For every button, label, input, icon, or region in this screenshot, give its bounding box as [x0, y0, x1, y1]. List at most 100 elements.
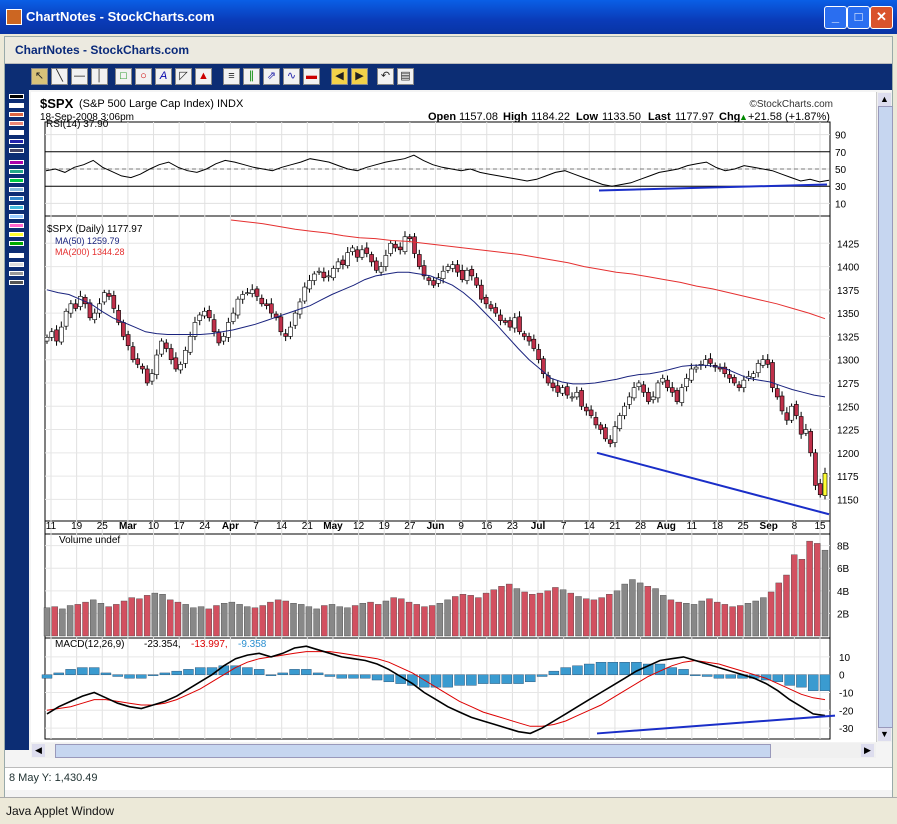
color-swatch[interactable]	[9, 187, 24, 192]
macd-tick-label: -30	[839, 724, 854, 735]
macd-histogram-bar	[477, 674, 489, 684]
price-candle	[660, 378, 666, 383]
line-width-swatch[interactable]	[9, 280, 24, 285]
vertical-scroll-thumb[interactable]	[878, 106, 893, 728]
price-candle	[164, 342, 169, 349]
scroll-right-icon[interactable]: ▶	[861, 744, 874, 757]
color-swatch[interactable]	[9, 112, 24, 117]
maximize-button[interactable]: □	[847, 6, 870, 29]
price-candle	[765, 359, 771, 365]
price-candle	[321, 271, 327, 279]
scroll-down-icon[interactable]: ▼	[878, 728, 891, 741]
color-swatch[interactable]	[9, 148, 24, 153]
vertical-lines-icon[interactable]: ∥	[243, 68, 260, 85]
symbol: $SPX	[40, 96, 74, 111]
price-candle	[617, 415, 623, 429]
price-candle	[469, 269, 475, 277]
volume-bar	[51, 606, 58, 637]
callout-tool-icon[interactable]: ◸	[175, 68, 192, 85]
color-swatch[interactable]	[9, 232, 24, 237]
macd-histogram-bar	[713, 674, 725, 679]
volume-bar	[390, 597, 397, 637]
volume-bar	[505, 583, 513, 637]
line-style-icon[interactable]: ▬	[303, 68, 320, 85]
color-swatch[interactable]	[9, 169, 24, 174]
color-swatch[interactable]	[9, 139, 24, 144]
color-palette-icon[interactable]: ▤	[397, 68, 414, 85]
color-swatch[interactable]	[9, 196, 24, 201]
line-width-swatch[interactable]	[9, 253, 24, 258]
price-candle	[412, 236, 417, 254]
horizontal-lines-icon[interactable]: ≡	[223, 68, 240, 85]
color-swatch[interactable]	[9, 223, 24, 228]
macd-histogram-bar	[371, 674, 383, 681]
macd-histogram-bar	[183, 669, 194, 675]
color-palette-sidebar	[5, 90, 29, 750]
color-swatch[interactable]	[9, 121, 24, 126]
volume-bar	[667, 599, 675, 637]
volume-bar	[752, 600, 759, 637]
price-candle	[493, 307, 498, 314]
volume-bar	[498, 586, 505, 637]
volume-bar	[529, 594, 536, 637]
x-tick-label: 21	[302, 521, 314, 532]
volume-bar	[120, 600, 128, 637]
color-swatch[interactable]	[9, 178, 24, 183]
price-candle	[206, 310, 212, 319]
color-swatch[interactable]	[9, 94, 24, 99]
color-swatch[interactable]	[9, 103, 24, 108]
macd-label: MACD(12,26,9)	[55, 639, 124, 650]
chart-canvas[interactable]: $SPX (S&P 500 Large Cap Index) INDX 18-S…	[31, 92, 876, 742]
volume-bar	[536, 592, 544, 637]
macd-histogram-bar	[218, 665, 230, 675]
price-candle	[130, 346, 136, 360]
ellipse-tool-icon[interactable]: ○	[135, 68, 152, 85]
macd-histogram-bar	[112, 674, 123, 677]
minimize-button[interactable]: _	[824, 6, 847, 29]
macd-histogram-bar	[136, 674, 147, 679]
color-swatch[interactable]	[9, 205, 24, 210]
macd-histogram-bar	[819, 674, 831, 691]
x-tick-label: 25	[97, 521, 109, 532]
move-forward-icon[interactable]: ▶	[351, 68, 368, 85]
scroll-up-icon[interactable]: ▲	[878, 93, 891, 106]
close-button[interactable]: ✕	[870, 6, 893, 29]
rectangle-tool-icon[interactable]: □	[115, 68, 132, 85]
vertical-scrollbar[interactable]: ▲ ▼	[876, 92, 893, 742]
color-swatch[interactable]	[9, 214, 24, 219]
horizontal-line-tool-icon[interactable]: —	[71, 68, 88, 85]
macd-histogram-bar	[489, 674, 501, 684]
price-candle	[431, 280, 436, 286]
volume-bar	[97, 603, 105, 637]
price-candle	[311, 273, 317, 281]
price-candle	[302, 286, 308, 302]
x-tick-label: 7	[253, 521, 259, 532]
color-swatch[interactable]	[9, 160, 24, 165]
stock-chart[interactable]: $SPX (S&P 500 Large Cap Index) INDX 18-S…	[31, 92, 876, 742]
horizontal-scrollbar[interactable]: ◀ ▶	[31, 743, 876, 758]
wave-tool-icon[interactable]: ∿	[283, 68, 300, 85]
title-bar[interactable]: ChartNotes - StockCharts.com _ □ ✕	[0, 0, 897, 34]
vertical-line-tool-icon[interactable]: │	[91, 68, 108, 85]
applet-title-text: ChartNotes - StockCharts.com	[15, 43, 190, 57]
line-width-swatch[interactable]	[9, 271, 24, 276]
price-candle	[350, 247, 355, 252]
open-value: 1157.08	[459, 111, 498, 123]
volume-bar	[590, 599, 598, 637]
text-tool-icon[interactable]: A	[155, 68, 172, 85]
volume-bar	[167, 599, 174, 637]
scroll-left-icon[interactable]: ◀	[32, 744, 45, 757]
horizontal-scroll-thumb[interactable]	[55, 744, 771, 758]
line-width-swatch[interactable]	[9, 262, 24, 267]
color-swatch[interactable]	[9, 241, 24, 246]
volume-bar	[197, 606, 205, 637]
fibonacci-tool-icon[interactable]: ⇗	[263, 68, 280, 85]
arrow-tool-icon[interactable]: ▲	[195, 68, 212, 85]
line-tool-icon[interactable]: ╲	[51, 68, 68, 85]
undo-icon[interactable]: ↶	[377, 68, 394, 85]
x-tick-label: 15	[814, 521, 826, 532]
macd-histogram-bar	[124, 674, 135, 679]
color-swatch[interactable]	[9, 130, 24, 135]
move-back-icon[interactable]: ◀	[331, 68, 348, 85]
pointer-tool-icon[interactable]: ↖	[31, 68, 48, 85]
